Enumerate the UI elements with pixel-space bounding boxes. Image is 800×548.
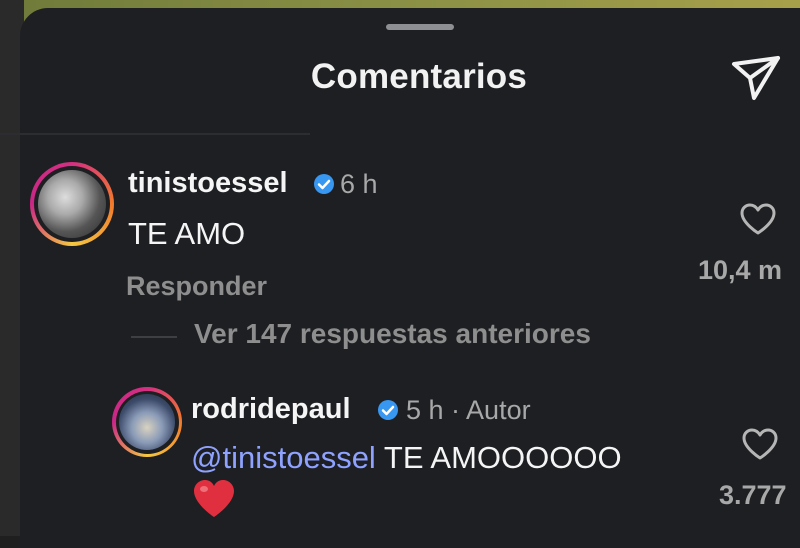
replies-line [131,336,177,338]
like-count: 10,4 m [698,255,783,285]
verified-icon [378,400,398,420]
comment-text: TE AMO [128,216,246,251]
comment-time: 6 h [340,169,378,199]
heart-icon[interactable] [741,427,779,461]
heart-icon[interactable] [739,202,777,236]
mention-link[interactable]: @tinistoessel [191,440,376,475]
verified-icon [314,174,334,194]
send-icon[interactable] [730,54,782,102]
header-divider [0,133,310,135]
reply-time-author: 5 h · Autor [406,395,531,425]
comment-username[interactable]: tinistoessel [128,167,288,200]
reply-text: @tinistoessel TE AMOOOOOO [191,440,622,476]
drag-handle[interactable] [386,24,454,30]
red-heart-emoji [194,480,234,517]
reply-message: TE AMOOOOOO [375,440,622,475]
avatar[interactable] [30,162,114,246]
avatar[interactable] [112,387,182,457]
reply-button[interactable]: Responder [126,271,267,302]
reply-username[interactable]: rodridepaul [191,393,351,426]
like-count: 3.777 [719,480,787,510]
view-replies-button[interactable]: Ver 147 respuestas anteriores [194,318,591,350]
sheet-title: Comentarios [310,57,528,96]
